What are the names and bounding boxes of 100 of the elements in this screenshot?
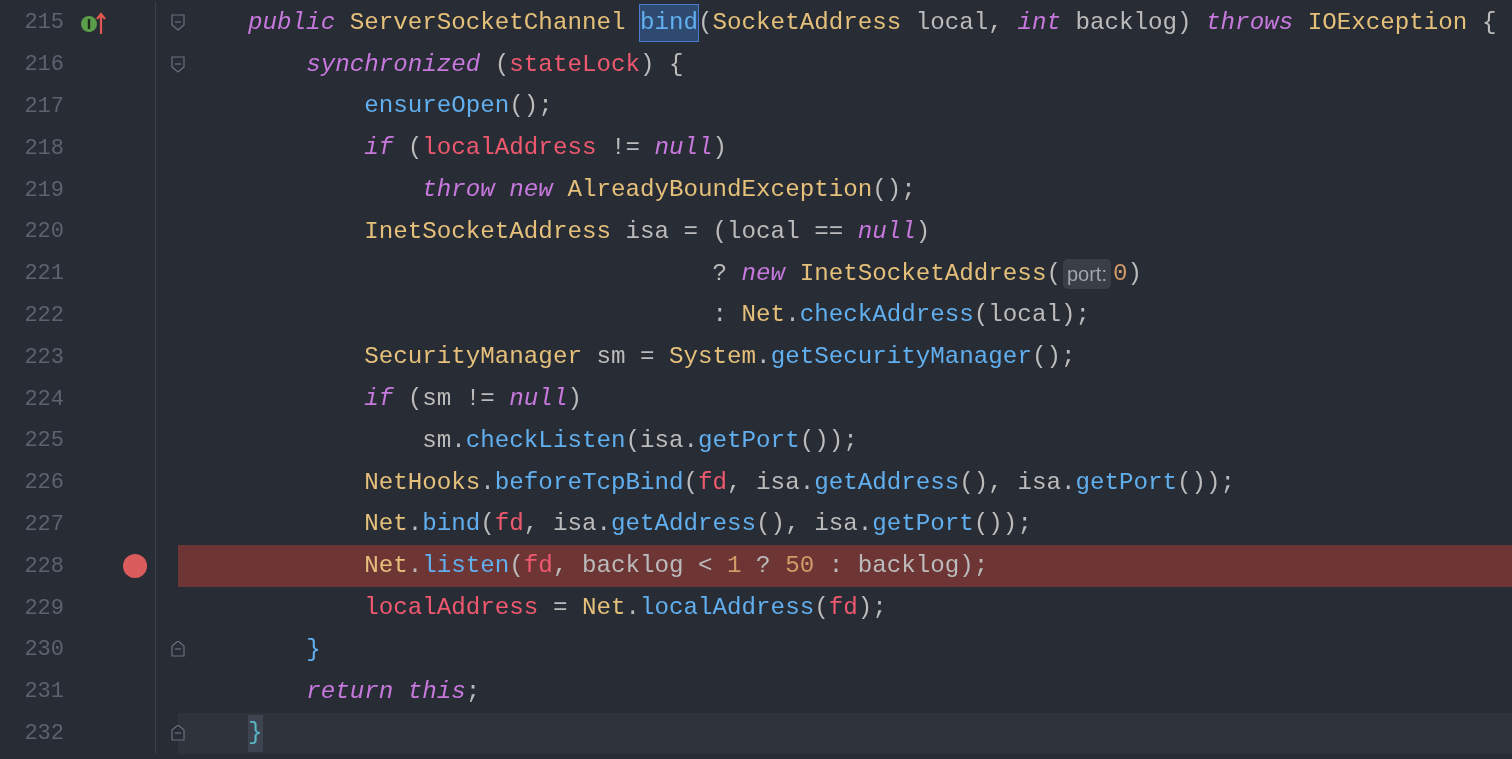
code-text: , isa.: [727, 467, 815, 498]
type-name: IOException: [1307, 7, 1468, 38]
code-text: .: [480, 467, 495, 498]
code-text: (), isa.: [756, 509, 873, 540]
method-name: getPort: [1075, 467, 1178, 498]
line-number: 224: [23, 385, 64, 414]
fold-marker-icon[interactable]: [171, 56, 185, 74]
keyword: if: [364, 383, 394, 414]
method-name: getPort: [872, 509, 974, 540]
field-name: fd: [828, 592, 858, 623]
code-text: =: [552, 592, 568, 623]
field-name: stateLock: [509, 49, 640, 80]
matched-brace: }: [248, 715, 263, 752]
code-text: (: [494, 49, 510, 80]
code-text: .: [407, 509, 423, 540]
field-name: localAddress: [422, 133, 597, 164]
method-name: bind: [422, 509, 481, 540]
keyword: null: [509, 383, 568, 414]
number-literal: 1: [727, 551, 742, 582]
line-number: 221: [23, 260, 64, 289]
code-text: ): [712, 133, 728, 164]
code-text: ): [915, 216, 931, 247]
code-text: .: [785, 300, 800, 331]
inlay-hint: port:: [1062, 258, 1111, 289]
code-text: (local);: [973, 300, 1090, 331]
code-text: sm =: [596, 342, 655, 373]
code-text: ());: [1177, 467, 1236, 498]
line-number: 225: [23, 427, 64, 456]
method-name: checkAddress: [799, 300, 974, 331]
line-number: 222: [23, 301, 64, 330]
keyword: this: [407, 676, 466, 707]
type-name: InetSocketAddress: [799, 258, 1047, 289]
code-text: sm.: [422, 425, 466, 456]
code-text: (isa.: [625, 425, 699, 456]
code-text: ?: [756, 551, 771, 582]
type-name: AlreadyBoundException: [567, 174, 873, 205]
method-name: ensureOpen: [364, 91, 510, 122]
type-name: Net: [364, 551, 408, 582]
code-text: );: [857, 592, 887, 623]
method-name: beforeTcpBind: [494, 467, 684, 498]
type-name: System: [669, 342, 757, 373]
code-text: !=: [610, 133, 640, 164]
code-text: ());: [799, 425, 858, 456]
fold-marker-icon[interactable]: [171, 14, 185, 32]
keyword: null: [654, 133, 713, 164]
code-text: (: [683, 467, 699, 498]
line-number: 218: [23, 134, 64, 163]
line-number: 229: [23, 594, 64, 623]
code-text: .: [625, 592, 640, 623]
code-text: local,: [915, 7, 1003, 38]
type-name: Net: [364, 509, 408, 540]
type-name: SecurityManager: [364, 342, 582, 373]
code-text: ());: [973, 509, 1032, 540]
method-name: getAddress: [814, 467, 960, 498]
method-name: checkListen: [465, 425, 626, 456]
field-name: fd: [494, 509, 524, 540]
code-text: (sm !=: [407, 383, 495, 414]
code-text: ) {: [640, 49, 684, 80]
code-text: ;: [465, 676, 481, 707]
line-number: 232: [23, 719, 64, 748]
line-number: 226: [23, 469, 64, 498]
fold-marker-icon[interactable]: [171, 641, 185, 659]
line-number: 227: [23, 510, 64, 539]
keyword: null: [857, 216, 916, 247]
method-name: getSecurityManager: [770, 342, 1032, 373]
code-text: :: [712, 300, 728, 331]
breakpoint-icon[interactable]: [123, 554, 147, 579]
keyword: new: [509, 174, 553, 205]
code-text: isa = (local ==: [625, 216, 844, 247]
number-literal: 0: [1112, 258, 1128, 289]
code-text: (: [814, 592, 829, 623]
line-number: 230: [23, 636, 64, 665]
code-text: ();: [509, 91, 553, 122]
keyword: throws: [1206, 7, 1294, 38]
type-name: NetHooks: [364, 467, 481, 498]
code-text: : backlog);: [828, 551, 989, 582]
highlighted-usage: bind: [640, 4, 699, 42]
line-number: 215: [23, 9, 64, 38]
fold-marker-icon[interactable]: [171, 724, 185, 742]
code-text: (: [509, 551, 524, 582]
line-number: 223: [23, 343, 64, 372]
code-text: , isa.: [523, 509, 611, 540]
keyword: public: [248, 7, 336, 38]
code-text: (: [407, 133, 423, 164]
method-name: getPort: [698, 425, 800, 456]
line-number: 217: [23, 93, 64, 121]
keyword: return: [306, 676, 394, 707]
type-name: Net: [581, 592, 626, 623]
type-name: ServerSocketChannel: [349, 7, 626, 38]
code-text: ): [1127, 258, 1142, 289]
field-name: localAddress: [364, 592, 539, 623]
method-name: localAddress: [640, 592, 815, 623]
line-number: 220: [23, 218, 64, 247]
code-text: (), isa.: [959, 467, 1076, 498]
field-name: fd: [523, 551, 553, 582]
type-name: InetSocketAddress: [364, 216, 611, 247]
keyword: throw: [422, 174, 495, 205]
code-text: .: [407, 551, 423, 582]
keyword: if: [364, 133, 394, 164]
line-number: 228: [23, 552, 64, 581]
